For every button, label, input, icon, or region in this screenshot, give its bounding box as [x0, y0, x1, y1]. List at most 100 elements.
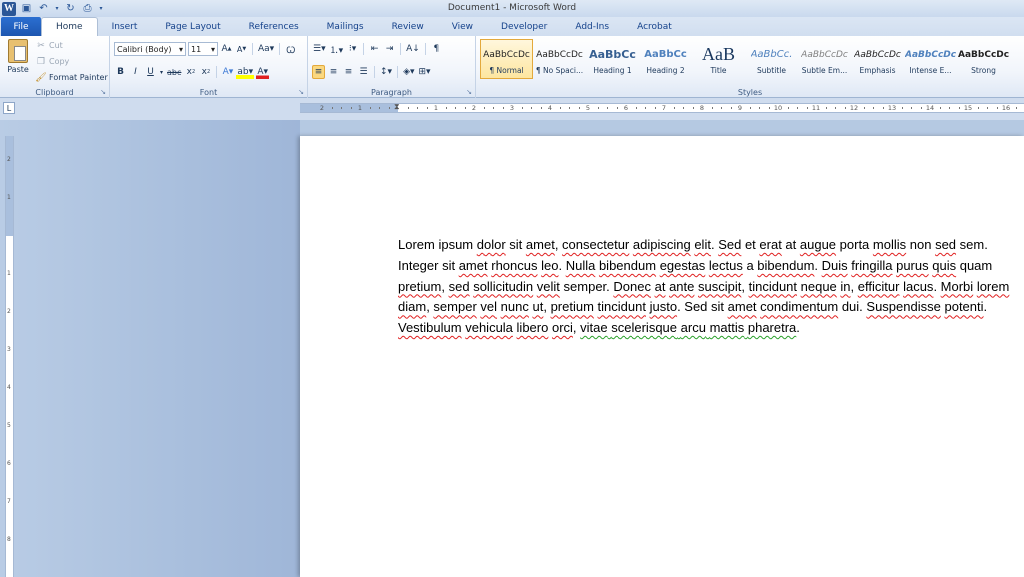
tab-references[interactable]: References — [235, 17, 313, 36]
text-run[interactable]: . — [814, 258, 821, 273]
tab-file[interactable]: File — [1, 17, 41, 36]
word-logo-icon[interactable]: W — [2, 1, 16, 16]
grammar-flagged-text[interactable]: mattis — [710, 320, 745, 335]
misspelled-word[interactable]: vel — [480, 299, 497, 314]
style-subtitle[interactable]: AaBbCc. Subtitle — [745, 39, 798, 79]
misspelled-word[interactable]: amet — [728, 299, 757, 314]
misspelled-word[interactable]: leo — [541, 258, 558, 273]
misspelled-word[interactable]: sed — [449, 279, 470, 294]
align-center-icon[interactable]: ≡ — [327, 65, 340, 79]
misspelled-word[interactable]: potenti — [944, 299, 983, 314]
font-name-combo[interactable]: Calibri (Body) ▾ — [114, 42, 186, 56]
underline-icon[interactable]: U — [144, 65, 157, 79]
misspelled-word[interactable]: erat — [759, 237, 781, 252]
grammar-flagged-text[interactable]: scelerisque — [611, 320, 677, 335]
misspelled-word[interactable]: at — [655, 279, 666, 294]
misspelled-word[interactable]: in — [840, 279, 850, 294]
grammar-flagged-text[interactable]: arcu — [681, 320, 706, 335]
misspelled-word[interactable]: rhoncus — [491, 258, 537, 273]
misspelled-word[interactable]: justo — [650, 299, 677, 314]
misspelled-word[interactable]: lacus — [903, 279, 933, 294]
shrink-font-icon[interactable]: A ▼ — [235, 42, 248, 56]
misspelled-word[interactable]: amet — [526, 237, 555, 252]
misspelled-word[interactable]: fringilla — [851, 258, 892, 273]
misspelled-word[interactable]: tincidunt — [749, 279, 797, 294]
misspelled-word[interactable]: elit — [694, 237, 711, 252]
superscript-icon[interactable]: x2 — [199, 65, 212, 79]
style-heading-1[interactable]: AaBbCc Heading 1 — [586, 39, 639, 79]
misspelled-word[interactable]: ut — [532, 299, 543, 314]
sort-icon[interactable]: A↓ — [405, 42, 421, 56]
save-icon[interactable]: ▣ — [20, 2, 33, 15]
misspelled-word[interactable]: Nulla — [566, 258, 596, 273]
line-spacing-icon[interactable]: ↕▾ — [379, 65, 393, 79]
text-run[interactable]: , — [543, 299, 550, 314]
highlight-color-icon[interactable]: ab▾ — [236, 65, 255, 79]
misspelled-word[interactable]: efficitur — [858, 279, 900, 294]
document-body-text[interactable]: Lorem ipsum dolor sit amet, consectetur … — [398, 235, 1018, 339]
justify-icon[interactable]: ☰ — [357, 65, 370, 79]
undo-dropdown-icon[interactable]: ▾ — [54, 2, 60, 15]
grammar-flagged-text[interactable]: pharetra — [748, 320, 796, 335]
style-normal[interactable]: AaBbCcDc ¶ Normal — [480, 39, 533, 79]
text-run[interactable]: at — [782, 237, 800, 252]
text-run[interactable]: a — [743, 258, 757, 273]
misspelled-word[interactable]: Vestibulum — [398, 320, 462, 335]
style-title[interactable]: AaB Title — [692, 39, 745, 79]
tab-home[interactable]: Home — [41, 17, 98, 36]
tab-insert[interactable]: Insert — [98, 17, 152, 36]
cut-button[interactable]: ✂ Cut — [36, 39, 108, 52]
text-run[interactable]: et — [741, 237, 759, 252]
text-run[interactable]: non — [906, 237, 935, 252]
misspelled-word[interactable]: ante — [669, 279, 694, 294]
text-effects-icon[interactable]: A▾ — [221, 65, 234, 79]
misspelled-word[interactable]: mollis — [873, 237, 906, 252]
paste-button[interactable]: Paste — [4, 39, 32, 83]
tab-review[interactable]: Review — [378, 17, 438, 36]
misspelled-word[interactable]: lectus — [709, 258, 743, 273]
text-run[interactable]: , — [741, 279, 748, 294]
misspelled-word[interactable]: velit — [537, 279, 560, 294]
misspelled-word[interactable]: pretium — [398, 279, 441, 294]
misspelled-word[interactable]: amet — [459, 258, 488, 273]
tab-add-ins[interactable]: Add-Ins — [561, 17, 623, 36]
misspelled-word[interactable]: sed — [935, 237, 956, 252]
bullets-icon[interactable]: ☰▾ — [312, 42, 327, 56]
tab-selector-button[interactable]: L — [3, 102, 15, 114]
print-preview-icon[interactable]: ⎙ — [81, 2, 94, 15]
misspelled-word[interactable]: consectetur — [562, 237, 629, 252]
align-right-icon[interactable]: ≡ — [342, 65, 355, 79]
decrease-indent-icon[interactable]: ⇤ — [368, 42, 381, 56]
multilevel-list-icon[interactable]: ⁝▾ — [346, 42, 359, 56]
misspelled-word[interactable]: quis — [932, 258, 956, 273]
increase-indent-icon[interactable]: ⇥ — [383, 42, 396, 56]
change-case-icon[interactable]: Aa▾ — [257, 42, 275, 56]
misspelled-word[interactable]: neque — [801, 279, 837, 294]
text-run[interactable]: porta — [836, 237, 873, 252]
misspelled-word[interactable]: semper — [433, 299, 476, 314]
tab-page-layout[interactable]: Page Layout — [151, 17, 234, 36]
misspelled-word[interactable]: nunc — [501, 299, 529, 314]
tab-developer[interactable]: Developer — [487, 17, 561, 36]
misspelled-word[interactable]: vehicula — [465, 320, 513, 335]
vertical-ruler[interactable]: 1 2 3 4 5 6 7 8 2 1 — [5, 136, 14, 577]
grammar-flagged-text[interactable]: vitae — [580, 320, 607, 335]
misspelled-word[interactable]: condimentum — [760, 299, 838, 314]
misspelled-word[interactable]: suscipit — [698, 279, 741, 294]
text-run[interactable]: quam — [956, 258, 993, 273]
document-page[interactable]: Lorem ipsum dolor sit amet, consectetur … — [300, 136, 1024, 577]
misspelled-word[interactable]: bibendum — [599, 258, 656, 273]
text-run[interactable]: Lorem ipsum — [398, 237, 477, 252]
show-formatting-marks-icon[interactable]: ¶ — [430, 42, 443, 56]
text-run[interactable]: dui. — [838, 299, 866, 314]
format-painter-button[interactable]: 🖌 Format Painter — [35, 71, 107, 84]
style-subtle-emphasis[interactable]: AaBbCcDc Subtle Em... — [798, 39, 851, 79]
copy-button[interactable]: ❐ Copy — [36, 55, 108, 68]
misspelled-word[interactable]: adipiscing — [633, 237, 691, 252]
horizontal-ruler[interactable]: ⧗ 2 1 1 2 3 4 5 6 7 8 9 10 11 12 13 14 15 16 — [300, 102, 1024, 113]
style-intense-emphasis[interactable]: AaBbCcDc Intense E... — [904, 39, 957, 79]
align-left-icon[interactable]: ≡ — [312, 65, 325, 79]
misspelled-word[interactable]: diam — [398, 299, 426, 314]
misspelled-word[interactable]: libero — [517, 320, 549, 335]
borders-icon[interactable]: ⊞▾ — [418, 65, 432, 79]
